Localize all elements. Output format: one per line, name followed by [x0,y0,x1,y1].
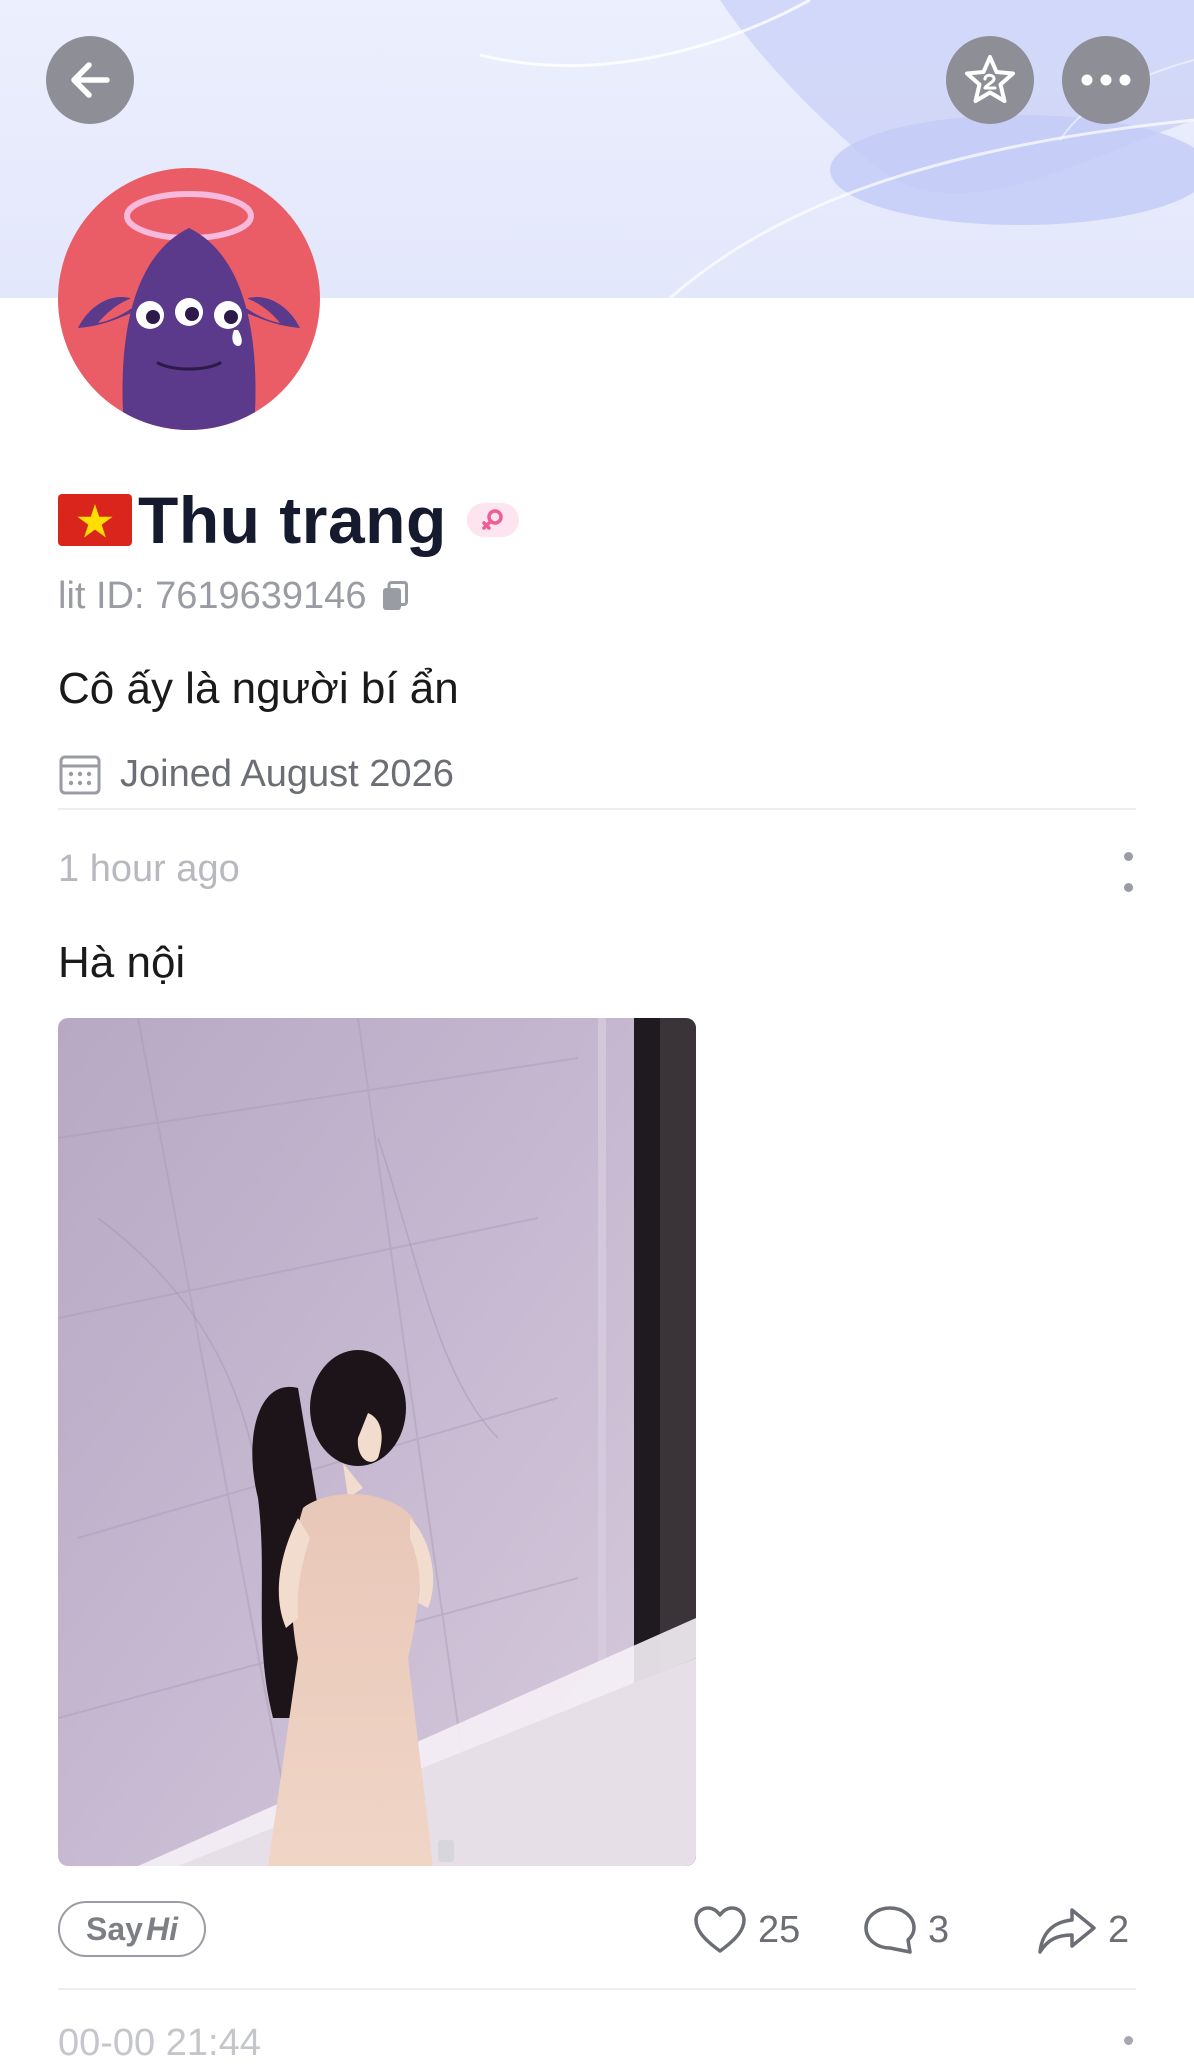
star-icon [965,55,1015,103]
profile-bio: Cô ấy là người bí ẩn [58,664,459,713]
joined-date-row: Joined August 2026 [58,748,454,800]
say-hi-label-say: Say [86,1910,143,1947]
vietnam-flag-icon [58,494,132,546]
lit-id-text: lit ID: 7619639146 [58,574,367,617]
comment-button[interactable]: 3 [862,1900,949,1960]
more-button[interactable] [1062,36,1150,124]
profile-name-row: Thu trang [58,482,519,558]
female-icon [482,509,503,530]
next-post-timestamp: 00-00 21:44 [58,2022,261,2064]
say-hi-button[interactable]: Say Hi [58,1901,206,1957]
profile-divider [58,808,1136,810]
heart-icon [694,1906,746,1953]
comment-count: 3 [928,1908,950,1951]
calendar-icon [59,755,101,795]
post-text: Hà nội [58,938,186,987]
gender-badge [466,503,519,537]
share-button[interactable]: 2 [1036,1900,1129,1960]
post-divider [58,1988,1136,1990]
share-icon [1038,1908,1096,1954]
favorite-button[interactable] [946,36,1034,124]
share-count: 2 [1108,1908,1130,1951]
dot-icon [1123,883,1133,892]
monster-avatar-icon [78,191,300,430]
post-more-button[interactable] [1110,852,1146,892]
lit-id-row: lit ID: 7619639146 [58,572,410,620]
profile-name: Thu trang [138,483,447,557]
copy-icon[interactable] [380,580,410,612]
dot-icon [1123,852,1133,861]
post-timestamp: 1 hour ago [58,848,240,890]
like-count: 25 [758,1908,801,1951]
back-button[interactable] [46,36,134,124]
more-horizontal-icon [1081,74,1131,86]
comment-icon [864,1906,916,1954]
arrow-left-icon [71,62,110,98]
say-hi-label-hi: Hi [145,1910,178,1947]
like-button[interactable]: 25 [692,1900,800,1960]
avatar[interactable] [58,168,320,430]
post-photo[interactable] [58,1018,696,1866]
photo-image [58,1018,696,1866]
joined-date-text: Joined August 2026 [120,752,454,795]
next-post-more-button[interactable] [1124,2036,1133,2045]
